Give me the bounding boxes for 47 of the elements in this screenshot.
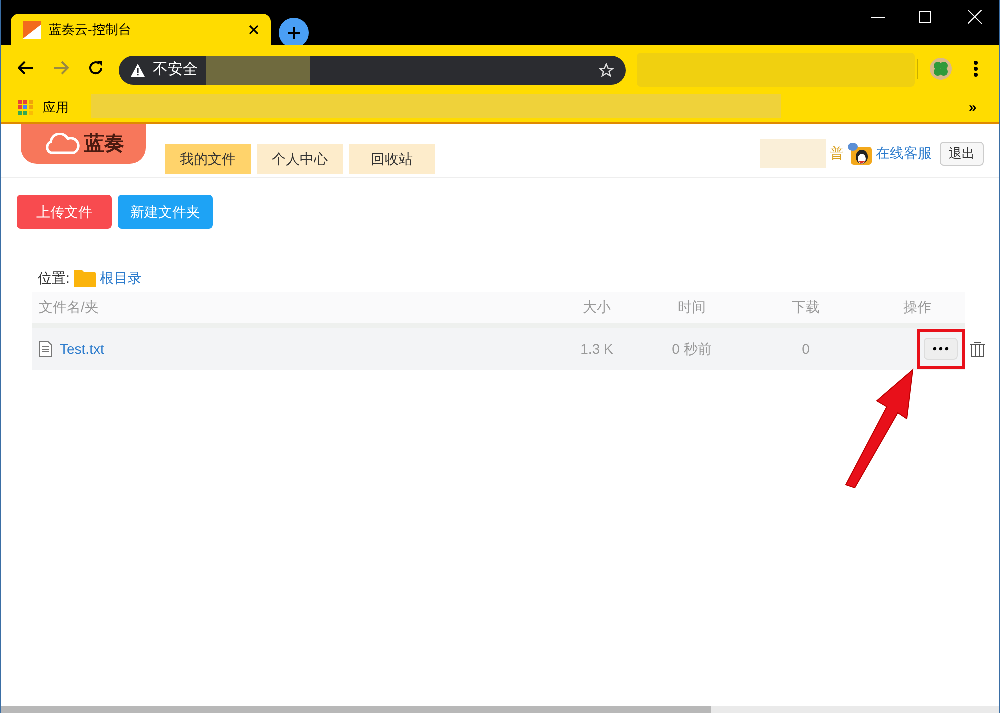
bookmark-item[interactable]: 应用 [43,98,69,118]
file-link[interactable]: Test.txt [60,338,104,360]
column-header: 下载 [791,298,821,317]
close-window-icon[interactable] [968,10,982,24]
location-label: 位置: [38,268,70,288]
site-logo[interactable]: 蓝奏 [21,124,146,164]
new-tab-button[interactable] [279,18,309,48]
warning-icon [131,64,145,77]
logout-button[interactable]: 退出 [940,142,984,166]
maximize-icon[interactable] [919,11,931,23]
menu-icon[interactable] [974,61,978,77]
logo-text: 蓝奏 [84,132,124,157]
address-bar[interactable]: 不安全 [119,56,626,85]
blurred-username [760,139,826,168]
document-icon [39,341,52,357]
site-favicon-icon [23,20,41,38]
table-cell-text: 1.3 K [580,340,614,358]
table-cell-text: 0 秒前 [671,340,713,358]
folder-link[interactable]: 根目录 [100,268,142,288]
browser-tab[interactable]: 蓝奏云-控制台 [11,14,271,45]
trash-icon[interactable] [970,342,985,356]
security-label: 不安全 [153,60,198,80]
ellipsis-icon [933,347,949,351]
nav-tab[interactable]: 回收站 [349,144,435,174]
close-icon[interactable] [249,24,259,34]
apps-grid-icon[interactable] [18,100,33,115]
reload-icon[interactable] [88,60,104,76]
folder-icon [74,270,96,286]
user-level: 普 [830,144,844,163]
nav-tab[interactable]: 我的文件 [165,144,251,174]
column-header: 操作 [902,298,932,317]
forward-arrow-icon[interactable] [53,61,69,75]
support-link[interactable]: 在线客服 [876,143,932,164]
tab-title: 蓝奏云-控制台 [49,20,132,39]
nav-tab[interactable]: 个人中心 [257,144,343,174]
star-icon[interactable] [599,63,614,78]
back-arrow-icon[interactable] [18,61,34,75]
clover-avatar-icon[interactable] [930,58,952,80]
minimize-icon[interactable] [871,17,885,19]
column-header: 文件名/夹 [38,298,100,317]
more-options-button[interactable] [924,338,958,360]
column-header: 时间 [677,298,707,317]
penguin-chat-icon [848,142,872,164]
column-header: 大小 [582,298,612,317]
bookmarks-overflow[interactable]: » [969,97,977,118]
plus-icon [287,26,301,40]
table-cell-text: 0 [801,340,811,358]
